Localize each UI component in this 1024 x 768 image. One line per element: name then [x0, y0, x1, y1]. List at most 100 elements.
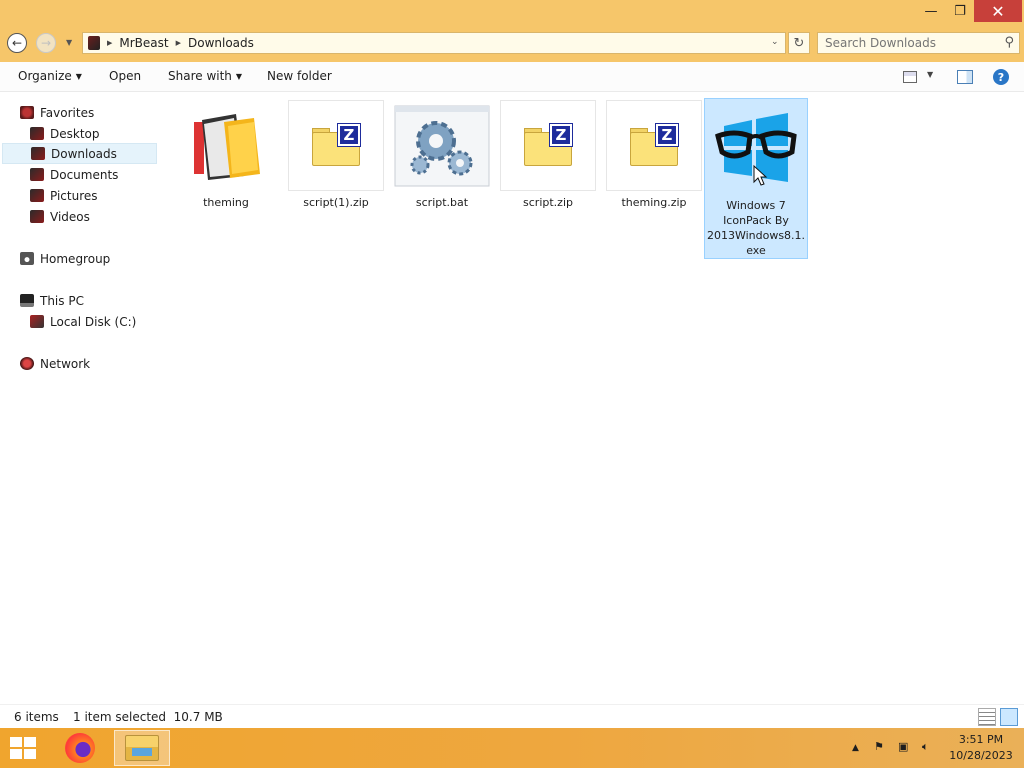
- status-bar: 6 items 1 item selected 10.7 MB: [0, 704, 1024, 728]
- view-options-dropdown[interactable]: ▼: [927, 70, 933, 79]
- organize-button[interactable]: Organize ▼: [18, 69, 82, 83]
- file-item-selected[interactable]: Windows 7 IconPack By 2013Windows8.1.exe: [704, 98, 808, 259]
- breadcrumb-mrbeast[interactable]: MrBeast: [119, 36, 168, 50]
- nav-local-disk-label: Local Disk (C:): [50, 314, 137, 329]
- windows-logo-pane: [24, 737, 36, 747]
- file-list: theming Z script(1).zip script.bat Z scr…: [172, 98, 1022, 698]
- nav-documents[interactable]: Documents: [30, 164, 156, 185]
- location-icon: [88, 36, 100, 50]
- action-center-flag-icon[interactable]: ⚑: [874, 740, 884, 753]
- new-folder-label: New folder: [267, 69, 332, 83]
- address-bar[interactable]: ▶ MrBeast ▶ Downloads ⌄: [82, 32, 786, 54]
- firefox-icon: [65, 733, 95, 763]
- nav-homegroup-label: Homegroup: [40, 251, 111, 266]
- bat-gears-icon: [394, 100, 490, 191]
- open-button[interactable]: Open: [109, 69, 141, 83]
- preview-pane-icon[interactable]: [957, 70, 973, 84]
- nav-desktop-label: Desktop: [50, 126, 100, 141]
- address-dropdown-icon[interactable]: ⌄: [771, 37, 779, 47]
- maximize-button[interactable]: ❐: [946, 0, 974, 22]
- nav-this-pc[interactable]: This PC: [20, 290, 156, 311]
- file-name: theming: [203, 196, 249, 209]
- file-item[interactable]: script.bat: [390, 98, 494, 210]
- clock[interactable]: 3:51 PM 10/28/2023: [948, 732, 1014, 764]
- file-name: Windows 7 IconPack By 2013Windows8.1.exe: [706, 199, 806, 257]
- nav-homegroup[interactable]: Homegroup: [20, 248, 156, 269]
- search-input[interactable]: [818, 33, 988, 53]
- file-explorer-icon: [125, 735, 159, 761]
- breadcrumb-separator-icon[interactable]: ▶: [107, 39, 112, 47]
- refresh-button[interactable]: ↻: [788, 32, 810, 54]
- nav-videos-label: Videos: [50, 209, 90, 224]
- file-item[interactable]: theming: [174, 98, 278, 210]
- taskbar-firefox[interactable]: [52, 730, 108, 766]
- nav-local-disk[interactable]: Local Disk (C:): [30, 311, 156, 332]
- breadcrumb-separator-icon[interactable]: ▶: [176, 39, 181, 47]
- windows-logo-icon: [10, 737, 22, 747]
- file-item[interactable]: Z script(1).zip: [284, 98, 388, 210]
- show-hidden-icons-icon[interactable]: ▲: [852, 743, 859, 753]
- close-button[interactable]: ✕: [974, 0, 1022, 22]
- nav-network-label: Network: [40, 356, 91, 371]
- share-with-label: Share with: [168, 69, 232, 83]
- nav-desktop[interactable]: Desktop: [30, 123, 156, 144]
- change-view-icon[interactable]: [903, 71, 917, 83]
- nav-pictures[interactable]: Pictures: [30, 185, 156, 206]
- glasses-windows-icon: [708, 101, 804, 194]
- start-button[interactable]: [10, 737, 38, 761]
- pictures-icon: [30, 189, 44, 202]
- large-icons-view-icon[interactable]: [1000, 708, 1018, 726]
- zip-icon: Z: [500, 100, 596, 191]
- file-name: theming.zip: [621, 196, 687, 209]
- chevron-down-icon: ▼: [75, 72, 82, 81]
- favorites-star-icon: [20, 106, 34, 119]
- nav-downloads[interactable]: Downloads: [2, 143, 157, 164]
- taskbar-file-explorer[interactable]: [114, 730, 170, 766]
- file-name: script.zip: [523, 196, 573, 209]
- file-item[interactable]: Z theming.zip: [602, 98, 706, 210]
- minimize-button[interactable]: —: [916, 0, 946, 22]
- nav-documents-label: Documents: [50, 167, 119, 182]
- search-box[interactable]: ⚲: [817, 32, 1020, 54]
- desktop-icon: [30, 127, 44, 140]
- forward-button[interactable]: →: [36, 33, 56, 53]
- taskbar: ▲ ⚑ ▣ 🔈︎ 3:51 PM 10/28/2023: [0, 728, 1024, 768]
- file-name: script.bat: [415, 196, 469, 209]
- refresh-icon: ↻: [793, 35, 805, 51]
- zip-icon: Z: [606, 100, 702, 191]
- nav-this-pc-label: This PC: [40, 293, 84, 308]
- nav-videos[interactable]: Videos: [30, 206, 156, 227]
- recent-locations-dropdown[interactable]: ▼: [66, 38, 72, 47]
- share-with-button[interactable]: Share with ▼: [168, 69, 242, 83]
- help-icon[interactable]: ?: [993, 69, 1009, 85]
- command-bar: Organize ▼ Open Share with ▼ New folder ▼ …: [0, 62, 1024, 92]
- new-folder-button[interactable]: New folder: [267, 69, 332, 83]
- search-icon[interactable]: ⚲: [1004, 35, 1014, 50]
- address-row: ← → ▼ ▶ MrBeast ▶ Downloads ⌄ ↻ ⚲: [0, 24, 1024, 62]
- documents-icon: [30, 168, 44, 181]
- nav-downloads-label: Downloads: [51, 146, 117, 161]
- nav-network[interactable]: Network: [20, 353, 156, 374]
- nav-favorites[interactable]: Favorites: [20, 102, 156, 123]
- theming-folder-icon: [178, 100, 274, 191]
- disk-drive-icon: [30, 315, 44, 328]
- selection-info: 1 item selected 10.7 MB: [73, 710, 223, 724]
- nav-pictures-label: Pictures: [50, 188, 98, 203]
- windows-logo-pane: [10, 749, 22, 759]
- clock-time: 3:51 PM: [958, 733, 1004, 746]
- nav-favorites-label: Favorites: [40, 105, 95, 120]
- windows-logo-pane: [24, 749, 36, 759]
- forward-arrow-icon: →: [40, 36, 52, 50]
- computer-icon: [20, 294, 34, 307]
- back-button[interactable]: ←: [7, 33, 27, 53]
- network-tray-icon[interactable]: ▣: [898, 740, 908, 753]
- volume-icon[interactable]: 🔈︎: [922, 740, 929, 754]
- open-label: Open: [109, 69, 142, 83]
- title-bar: — ❐ ✕: [0, 0, 1024, 24]
- breadcrumb-downloads[interactable]: Downloads: [188, 36, 254, 50]
- downloads-icon: [31, 147, 45, 160]
- details-view-icon[interactable]: [978, 708, 996, 726]
- homegroup-icon: [20, 252, 34, 265]
- file-item[interactable]: Z script.zip: [496, 98, 600, 210]
- organize-label: Organize: [18, 69, 72, 83]
